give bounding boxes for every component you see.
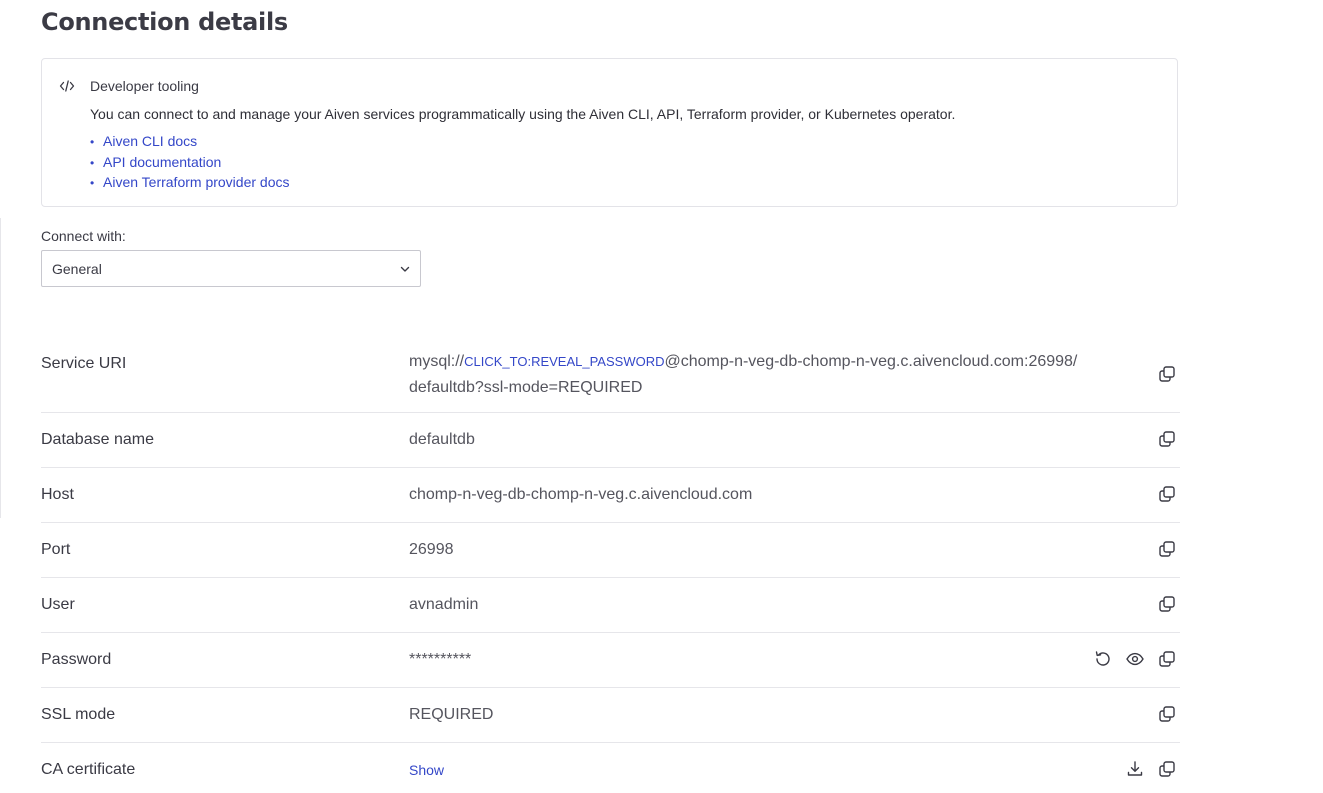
password-actions (1092, 648, 1178, 670)
port-label: Port (41, 541, 71, 558)
copy-button[interactable] (1156, 428, 1178, 450)
ca-actions (1124, 758, 1178, 780)
row-user: User avnadmin (41, 578, 1180, 633)
service-uri-label: Service URI (41, 355, 127, 372)
host-label: Host (41, 486, 74, 503)
terraform-docs-link[interactable]: Aiven Terraform provider docs (103, 174, 289, 190)
select-value: General (52, 261, 102, 277)
user-label: User (41, 596, 75, 613)
tooling-title: Developer tooling (90, 78, 199, 94)
show-password-button[interactable] (1124, 648, 1146, 670)
user-value: avnadmin (409, 596, 479, 613)
port-actions (1156, 538, 1178, 560)
user-actions (1156, 593, 1178, 615)
copy-button[interactable] (1156, 758, 1178, 780)
copy-button[interactable] (1156, 483, 1178, 505)
download-icon (1127, 761, 1143, 776)
row-database-name: Database name defaultdb (41, 413, 1180, 468)
eye-icon (1126, 652, 1144, 666)
row-ssl-mode: SSL mode REQUIRED (41, 688, 1180, 743)
page-title: Connection details (41, 8, 288, 36)
ssl-mode-value: REQUIRED (409, 706, 494, 723)
code-icon (59, 80, 75, 92)
ca-certificate-label: CA certificate (41, 761, 136, 778)
ca-certificate-value: Show (409, 762, 444, 780)
database-name-label: Database name (41, 431, 154, 448)
ssl-actions (1156, 703, 1178, 725)
aiven-cli-docs-link[interactable]: Aiven CLI docs (103, 133, 197, 149)
link-item: • API documentation (90, 154, 289, 175)
copy-button[interactable] (1156, 363, 1178, 385)
database-actions (1156, 428, 1178, 450)
link-item: • Aiven CLI docs (90, 133, 289, 154)
show-certificate-link[interactable]: Show (409, 762, 444, 778)
reset-password-button[interactable] (1092, 648, 1114, 670)
chevron-down-icon (400, 266, 410, 272)
row-password: Password ********** (41, 633, 1180, 688)
copy-icon (1159, 541, 1175, 557)
service-uri-value: mysql://CLICK_TO:REVEAL_PASSWORD@chomp-n… (409, 349, 1077, 401)
developer-tooling-panel: Developer tooling You can connect to and… (41, 58, 1178, 207)
uri-prefix: mysql:// (409, 353, 465, 370)
row-host: Host chomp-n-veg-db-chomp-n-veg.c.aivenc… (41, 468, 1180, 523)
uri-suffix: @chomp-n-veg-db-chomp-n-veg.c.aivencloud… (664, 353, 1078, 370)
row-port: Port 26998 (41, 523, 1180, 578)
copy-button[interactable] (1156, 703, 1178, 725)
row-service-uri: Service URI mysql://CLICK_TO:REVEAL_PASS… (41, 343, 1180, 413)
copy-icon (1159, 486, 1175, 502)
password-value: ********** (409, 651, 472, 668)
copy-icon (1159, 761, 1175, 777)
copy-button[interactable] (1156, 593, 1178, 615)
copy-icon (1159, 651, 1175, 667)
bullet: • (90, 135, 95, 149)
tooling-description: You can connect to and manage your Aiven… (90, 106, 956, 122)
database-name-value: defaultdb (409, 431, 475, 448)
host-value: chomp-n-veg-db-chomp-n-veg.c.aivencloud.… (409, 486, 753, 503)
copy-button[interactable] (1156, 538, 1178, 560)
copy-icon (1159, 596, 1175, 612)
password-label: Password (41, 651, 112, 668)
reveal-password-link[interactable]: CLICK_TO:REVEAL_PASSWORD (464, 354, 664, 369)
copy-button[interactable] (1156, 648, 1178, 670)
refresh-icon (1095, 651, 1110, 666)
download-button[interactable] (1124, 758, 1146, 780)
uri-line-1: mysql://CLICK_TO:REVEAL_PASSWORD@chomp-n… (409, 349, 1077, 375)
api-documentation-link[interactable]: API documentation (103, 154, 221, 170)
left-divider (0, 218, 1, 518)
tooling-links: • Aiven CLI docs • API documentation • Aive… (90, 133, 289, 195)
host-actions (1156, 483, 1178, 505)
copy-icon (1159, 431, 1175, 447)
ssl-mode-label: SSL mode (41, 706, 116, 723)
bullet: • (90, 176, 95, 190)
connect-with-label: Connect with: (41, 228, 126, 244)
port-value: 26998 (409, 541, 454, 558)
bullet: • (90, 155, 95, 170)
row-ca-certificate: CA certificate Show (41, 743, 1180, 793)
uri-line-2: defaultdb?ssl-mode=REQUIRED (409, 379, 643, 396)
copy-icon (1159, 706, 1175, 722)
service-uri-actions (1156, 363, 1178, 385)
copy-icon (1159, 366, 1175, 382)
connect-with-select[interactable]: General (41, 250, 421, 287)
link-item: • Aiven Terraform provider docs (90, 174, 289, 195)
